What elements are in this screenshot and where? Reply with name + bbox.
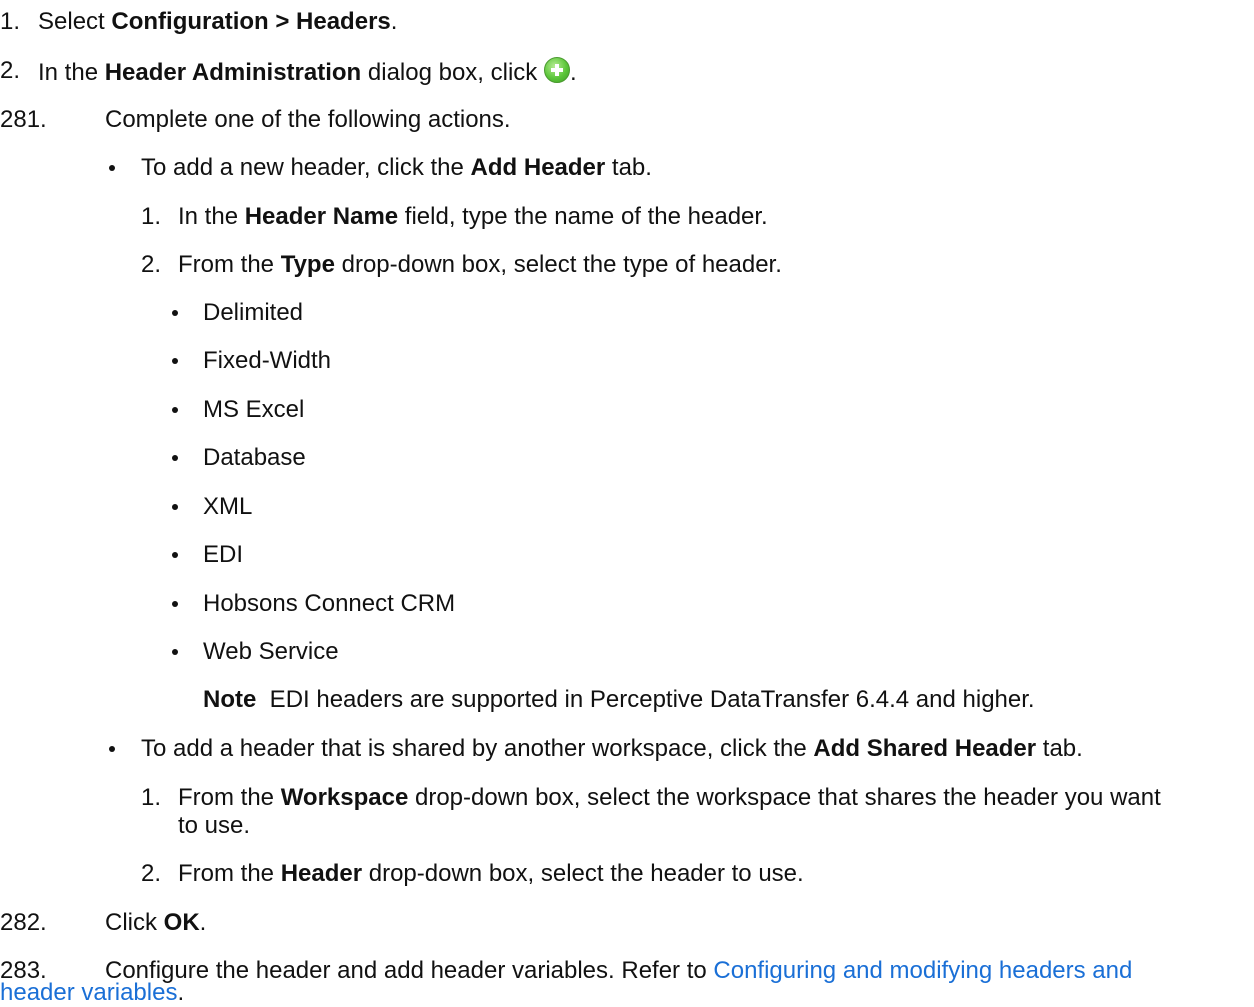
step-text: Complete one of the following actions.	[105, 106, 511, 133]
tab-name: Add Shared Header	[813, 735, 1037, 762]
dialog-name: Header Administration	[104, 59, 362, 86]
substep-number: 1.	[141, 203, 162, 230]
step-number: 1.	[0, 8, 21, 35]
bullet-dot	[172, 601, 178, 607]
bullet-dot	[172, 552, 178, 558]
add-icon	[543, 57, 570, 83]
bullet-dot	[172, 455, 178, 461]
button-name: OK	[163, 909, 200, 936]
substep-number: 1.	[141, 784, 162, 811]
note-text: EDI headers are supported in Perceptive …	[256, 686, 1035, 713]
bullet-dot	[172, 649, 178, 655]
note: Note EDI headers are supported in Percep…	[203, 686, 1035, 714]
note-label: Note	[203, 686, 257, 713]
step-text: Select	[38, 8, 112, 35]
step-283-continued: header variables.	[0, 979, 185, 1006]
substep-number: 2.	[141, 251, 162, 278]
step-number: 281.	[0, 106, 47, 133]
field-name: Type	[280, 251, 335, 278]
header-variables-link[interactable]: header variables	[0, 979, 177, 1006]
field-name: Header	[280, 860, 363, 887]
configuring-headers-link[interactable]: Configuring and modifying headers and	[713, 957, 1132, 984]
step-number: 282.	[0, 909, 47, 936]
bullet-dot	[109, 746, 115, 752]
step-number: 2.	[0, 57, 21, 84]
bullet-dot	[172, 407, 178, 413]
bullet-dot	[172, 358, 178, 364]
menu-path: Configuration > Headers	[111, 8, 391, 35]
substep-number: 2.	[141, 860, 162, 887]
bullet-dot	[109, 165, 115, 171]
shared-substep-1-continued: to use.	[178, 812, 251, 839]
tab-name: Add Header	[470, 154, 606, 181]
bullet-dot	[172, 504, 178, 510]
field-name: Header Name	[244, 203, 399, 230]
field-name: Workspace	[280, 784, 409, 811]
bullet-dot	[172, 310, 178, 316]
